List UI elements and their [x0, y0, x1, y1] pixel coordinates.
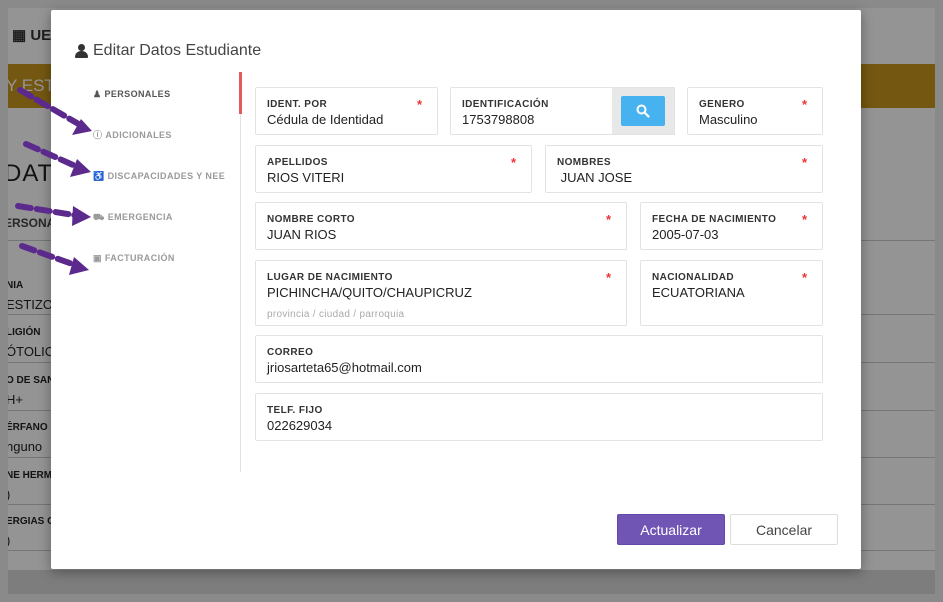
- arrowhead-emergencia: [72, 206, 91, 226]
- arrow-adicionales: [17, 87, 85, 129]
- arrow-facturacion: [19, 243, 81, 269]
- annotation-arrows: [15, 87, 92, 275]
- arrowhead-facturacion: [69, 257, 89, 275]
- arrow-discapacidades: [23, 141, 83, 171]
- arrow-emergencia: [15, 203, 83, 219]
